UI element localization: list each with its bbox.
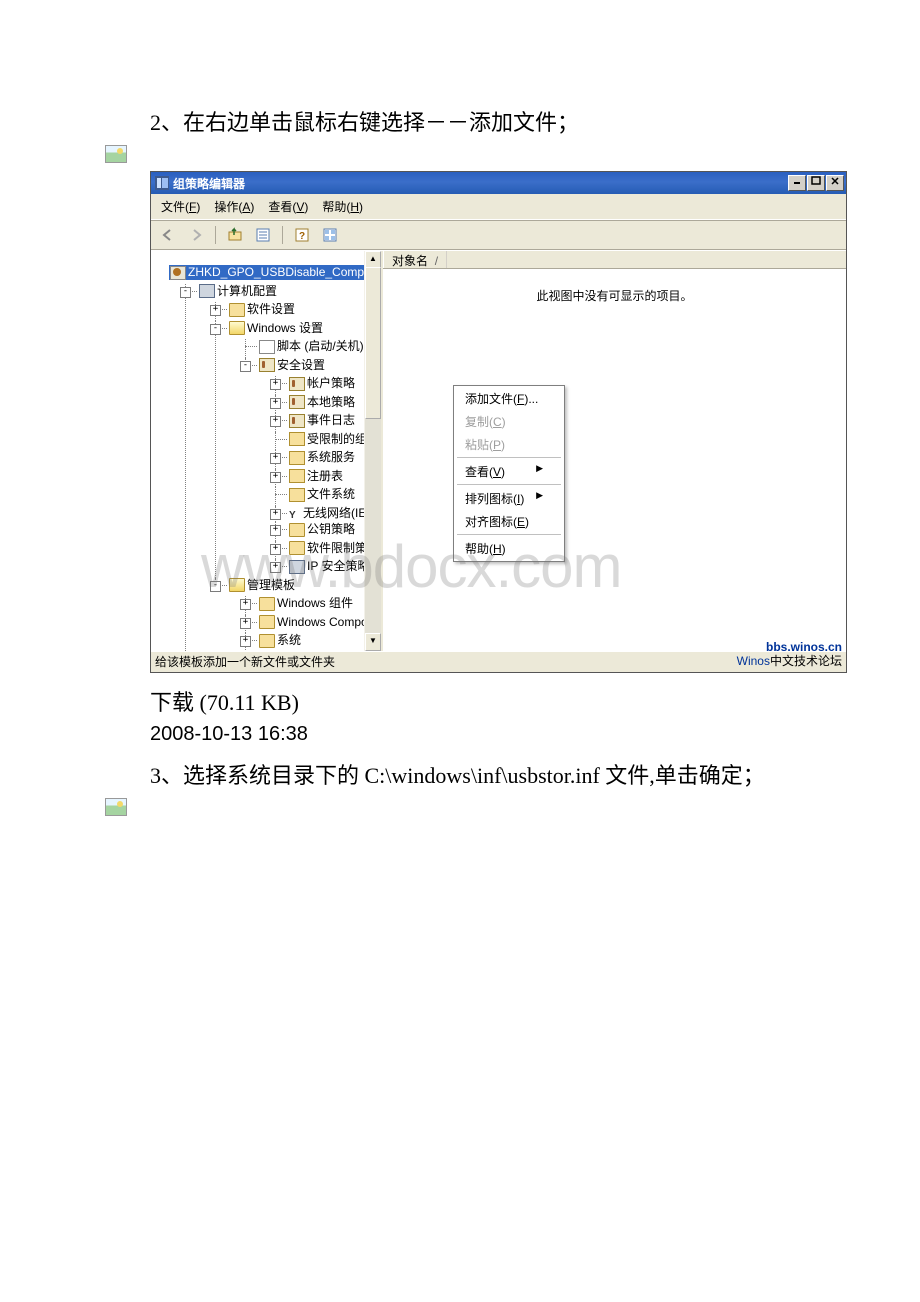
gpo-editor-window: 组策略编辑器 文件(F) 操作(A) 查看(V) 帮助(H)	[150, 171, 847, 673]
tree-software-settings[interactable]: 软件设置	[229, 302, 295, 317]
empty-view-message: 此视图中没有可显示的项目。	[383, 269, 846, 304]
tree-computer-config[interactable]: 计算机配置	[199, 284, 277, 299]
ctx-view[interactable]: 查看(V)▶	[455, 460, 563, 483]
minimize-button[interactable]	[788, 175, 806, 191]
image-placeholder-icon	[105, 145, 127, 163]
tree-pane[interactable]: ZHKD_GPO_USBDisable_Computers [ZHDC0... …	[151, 251, 383, 651]
image-placeholder-icon	[105, 798, 127, 816]
tree-file-system[interactable]: 文件系统	[289, 487, 355, 502]
tree-system[interactable]: 系统	[259, 633, 301, 648]
list-view-button[interactable]	[319, 224, 341, 246]
date-text: 2008-10-13 16:38	[150, 723, 880, 746]
menu-file[interactable]: 文件(F)	[155, 196, 206, 217]
menubar: 文件(F) 操作(A) 查看(V) 帮助(H)	[151, 194, 846, 220]
step3-text: 3、选择系统目录下的 C:\windows\inf\usbstor.inf 文件…	[150, 758, 880, 790]
nav-back-button[interactable]	[157, 224, 179, 246]
ctx-copy: 复制(C)	[455, 410, 563, 433]
tree-windows-components-en[interactable]: Windows Components	[259, 615, 381, 630]
menu-view[interactable]: 查看(V)	[262, 196, 314, 217]
properties-button[interactable]	[252, 224, 274, 246]
tree-public-key[interactable]: 公钥策略	[289, 522, 355, 537]
toolbar: ?	[151, 220, 846, 250]
tree-account-policy[interactable]: 帐户策略	[289, 376, 355, 391]
nav-forward-button[interactable]	[185, 224, 207, 246]
tree-windows-settings[interactable]: Windows 设置	[229, 321, 323, 336]
tree-vertical-scrollbar[interactable]: ▲▼	[364, 251, 381, 651]
download-text: 下载 (70.11 KB)	[150, 685, 880, 717]
expand-icon[interactable]: -	[180, 287, 191, 298]
tree-windows-components[interactable]: Windows 组件	[259, 596, 353, 611]
titlebar[interactable]: 组策略编辑器	[151, 172, 846, 194]
tree-registry[interactable]: 注册表	[289, 469, 343, 484]
ctx-help[interactable]: 帮助(H)	[455, 537, 563, 560]
step2-text: 2、在右边单击鼠标右键选择－－添加文件；	[150, 105, 880, 137]
tree-admin-templates[interactable]: 管理模板	[229, 578, 295, 593]
up-folder-button[interactable]	[224, 224, 246, 246]
tree-root[interactable]: ZHKD_GPO_USBDisable_Computers [ZHDC0... …	[155, 265, 381, 651]
statusbar: 给该模板添加一个新文件或文件夹 Winos中文技术论坛	[151, 651, 846, 672]
list-pane[interactable]: 对象名 / 此视图中没有可显示的项目。 添加文件(F)... 复制(C) 粘贴(…	[383, 251, 846, 651]
close-button[interactable]	[826, 175, 844, 191]
menu-action[interactable]: 操作(A)	[208, 196, 260, 217]
footer-forum[interactable]: Winos中文技术论坛	[737, 654, 842, 668]
column-name[interactable]: 对象名 /	[383, 251, 447, 268]
ctx-arrange[interactable]: 排列图标(I)▶	[455, 487, 563, 510]
submenu-arrow-icon: ▶	[536, 463, 543, 480]
context-menu: 添加文件(F)... 复制(C) 粘贴(P) 查看(V)▶ 排列图标(I)▶ 对…	[453, 385, 565, 562]
tree-event-log[interactable]: 事件日志	[289, 413, 355, 428]
tree-security-settings[interactable]: 安全设置	[259, 358, 325, 373]
tree-restricted-groups[interactable]: 受限制的组	[289, 432, 367, 447]
ctx-align[interactable]: 对齐图标(E)	[455, 510, 563, 533]
window-title: 组策略编辑器	[173, 175, 245, 192]
ctx-paste: 粘贴(P)	[455, 433, 563, 456]
app-icon	[155, 176, 169, 190]
body-split: ZHKD_GPO_USBDisable_Computers [ZHDC0... …	[151, 250, 846, 651]
maximize-button[interactable]	[807, 175, 825, 191]
tree-scripts[interactable]: 脚本 (启动/关机)	[259, 339, 364, 354]
submenu-arrow-icon: ▶	[536, 490, 543, 507]
menu-help[interactable]: 帮助(H)	[316, 196, 369, 217]
ctx-add-file[interactable]: 添加文件(F)...	[455, 387, 563, 410]
help-toolbar-button[interactable]: ?	[291, 224, 313, 246]
tree-local-policy[interactable]: 本地策略	[289, 395, 355, 410]
tree-system-services[interactable]: 系统服务	[289, 450, 355, 465]
svg-text:?: ?	[299, 231, 305, 242]
